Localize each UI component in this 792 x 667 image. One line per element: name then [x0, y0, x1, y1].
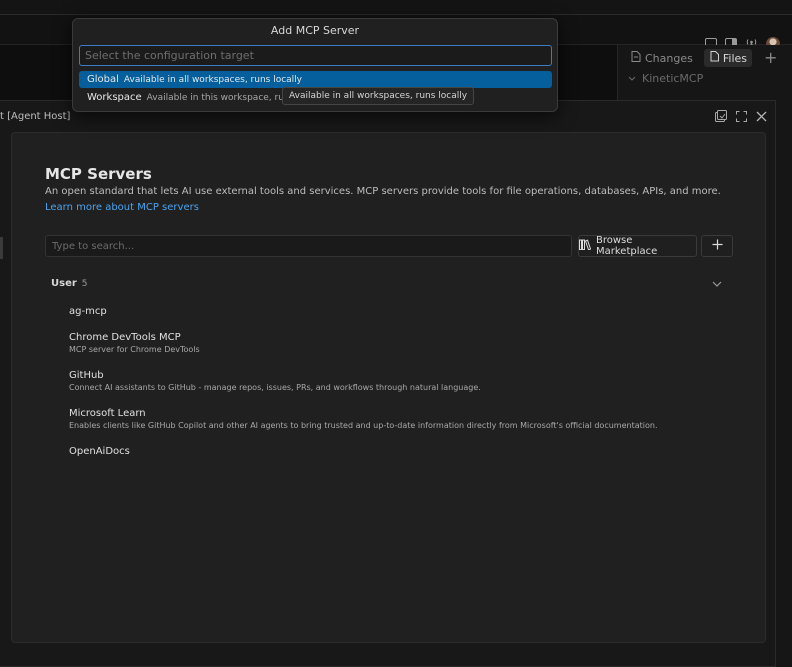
quick-pick-title: Add MCP Server: [270, 24, 360, 37]
tab-changes-label: Changes: [645, 51, 693, 65]
tab-changes[interactable]: Changes: [626, 49, 698, 67]
server-name: GitHub: [69, 370, 104, 381]
learn-more-link[interactable]: Learn more about MCP servers: [45, 202, 199, 213]
window-top-strip: [0, 0, 792, 15]
quick-pick-item-description: Available in all workspaces, runs locall…: [123, 74, 302, 85]
mcp-servers-card: MCP Servers An open standard that lets A…: [11, 132, 766, 643]
tab-files-label: Files: [722, 51, 747, 65]
add-icon[interactable]: +: [764, 50, 777, 66]
sash-handle[interactable]: [0, 237, 3, 259]
side-panel-tabs: Changes Files +: [626, 49, 777, 67]
open-in-editor-icon[interactable]: [715, 110, 727, 125]
page-title: MCP Servers: [45, 165, 152, 183]
editor-title: t [Agent Host]: [0, 111, 71, 122]
maximize-icon[interactable]: [736, 110, 747, 125]
list-item[interactable]: GitHub Connect AI assistants to GitHub -…: [69, 370, 749, 394]
server-description: Connect AI assistants to GitHub - manage…: [69, 383, 481, 392]
server-description: Enables clients like GitHub Copilot and …: [69, 421, 658, 430]
server-list: ag-mcp Chrome DevTools MCP MCP server fo…: [69, 306, 749, 472]
page-description: An open standard that lets AI use extern…: [45, 186, 721, 197]
chevron-down-icon[interactable]: [712, 278, 722, 291]
close-icon[interactable]: [756, 111, 767, 125]
files-icon: [709, 51, 719, 65]
server-description: MCP server for Chrome DevTools: [69, 345, 200, 354]
tab-files[interactable]: Files: [703, 49, 752, 67]
add-server-button[interactable]: [701, 235, 733, 257]
quick-pick-item-label: Workspace: [87, 92, 142, 103]
file-diff-icon: [631, 51, 641, 65]
editor-actions: [715, 110, 767, 125]
group-header-user[interactable]: User 5: [51, 278, 88, 289]
server-name: Microsoft Learn: [69, 408, 146, 419]
server-name: Chrome DevTools MCP: [69, 332, 181, 343]
hover-tooltip: Available in all workspaces, runs locall…: [282, 87, 475, 105]
server-name: OpenAiDocs: [69, 446, 130, 457]
group-label: User: [51, 278, 77, 289]
search-input[interactable]: [45, 235, 572, 257]
list-item[interactable]: OpenAiDocs: [69, 446, 749, 458]
quick-pick-input[interactable]: [79, 45, 552, 66]
quick-pick-item-global[interactable]: Global Available in all workspaces, runs…: [79, 71, 552, 88]
group-count: 5: [81, 279, 88, 289]
browse-marketplace-label: Browse Marketplace: [596, 235, 658, 257]
list-item[interactable]: Microsoft Learn Enables clients like Git…: [69, 408, 749, 432]
library-icon: [579, 239, 592, 253]
tree-root[interactable]: KineticMCP: [628, 72, 703, 85]
list-item[interactable]: Chrome DevTools MCP MCP server for Chrom…: [69, 332, 749, 356]
chevron-down-icon: [628, 72, 636, 85]
server-name: ag-mcp: [69, 306, 107, 317]
tree-root-label: KineticMCP: [642, 72, 704, 85]
list-item[interactable]: ag-mcp: [69, 306, 749, 318]
plus-icon: [712, 239, 723, 253]
quick-pick-item-label: Global: [87, 74, 119, 85]
browse-marketplace-button[interactable]: Browse Marketplace: [578, 235, 697, 257]
